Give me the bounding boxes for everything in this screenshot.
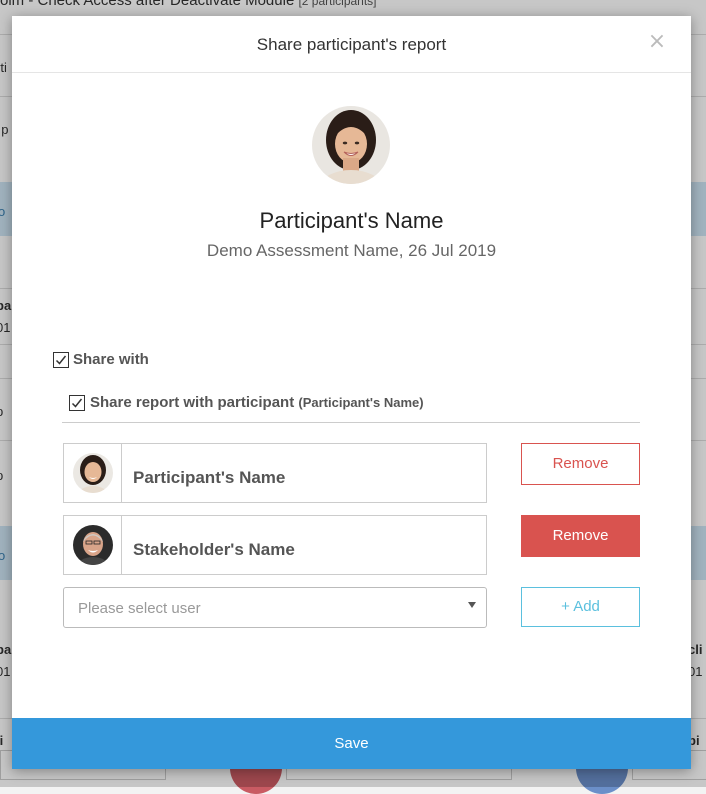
shared-user-row: Stakeholder's Name (63, 515, 487, 575)
modal-title: Share participant's report (256, 35, 447, 54)
save-button[interactable]: Save (12, 718, 691, 769)
participant-avatar (312, 106, 390, 184)
checkmark-icon (55, 355, 67, 365)
stakeholder-avatar-small (73, 525, 113, 565)
shared-user-row: Participant's Name (63, 443, 487, 503)
share-with-participant-label: Share report with participant (Participa… (90, 394, 424, 411)
share-with-checkbox[interactable] (53, 352, 69, 368)
assessment-name-date: Demo Assessment Name, 26 Jul 2019 (206, 241, 497, 260)
section-divider (62, 422, 640, 423)
select-user-dropdown[interactable]: Please select user (63, 587, 487, 628)
participant-avatar-image (312, 106, 390, 184)
avatar (73, 453, 113, 493)
add-user-button[interactable]: + Add (521, 587, 640, 627)
shared-user-name: Stakeholder's Name (133, 540, 295, 559)
remove-participant-button[interactable]: Remove (521, 443, 640, 485)
share-with-participant-checkbox[interactable] (69, 395, 85, 411)
caret-down-icon (468, 602, 476, 608)
participant-avatar-small (73, 453, 113, 493)
checkmark-icon (71, 398, 83, 408)
modal-header: Share participant's report × (12, 16, 691, 73)
user-avatar-cell (64, 444, 122, 502)
user-avatar-cell (64, 516, 122, 574)
close-icon[interactable]: × (647, 31, 667, 53)
avatar (73, 525, 113, 565)
remove-stakeholder-button[interactable]: Remove (521, 515, 640, 557)
participant-name: Participant's Name (259, 208, 444, 233)
participant-name-hint: (Participant's Name) (298, 395, 424, 410)
shared-user-name: Participant's Name (133, 468, 286, 487)
share-with-label: Share with (73, 351, 149, 368)
share-report-modal: Share participant's report × Participant… (12, 16, 691, 769)
select-user-placeholder: Please select user (78, 600, 201, 617)
